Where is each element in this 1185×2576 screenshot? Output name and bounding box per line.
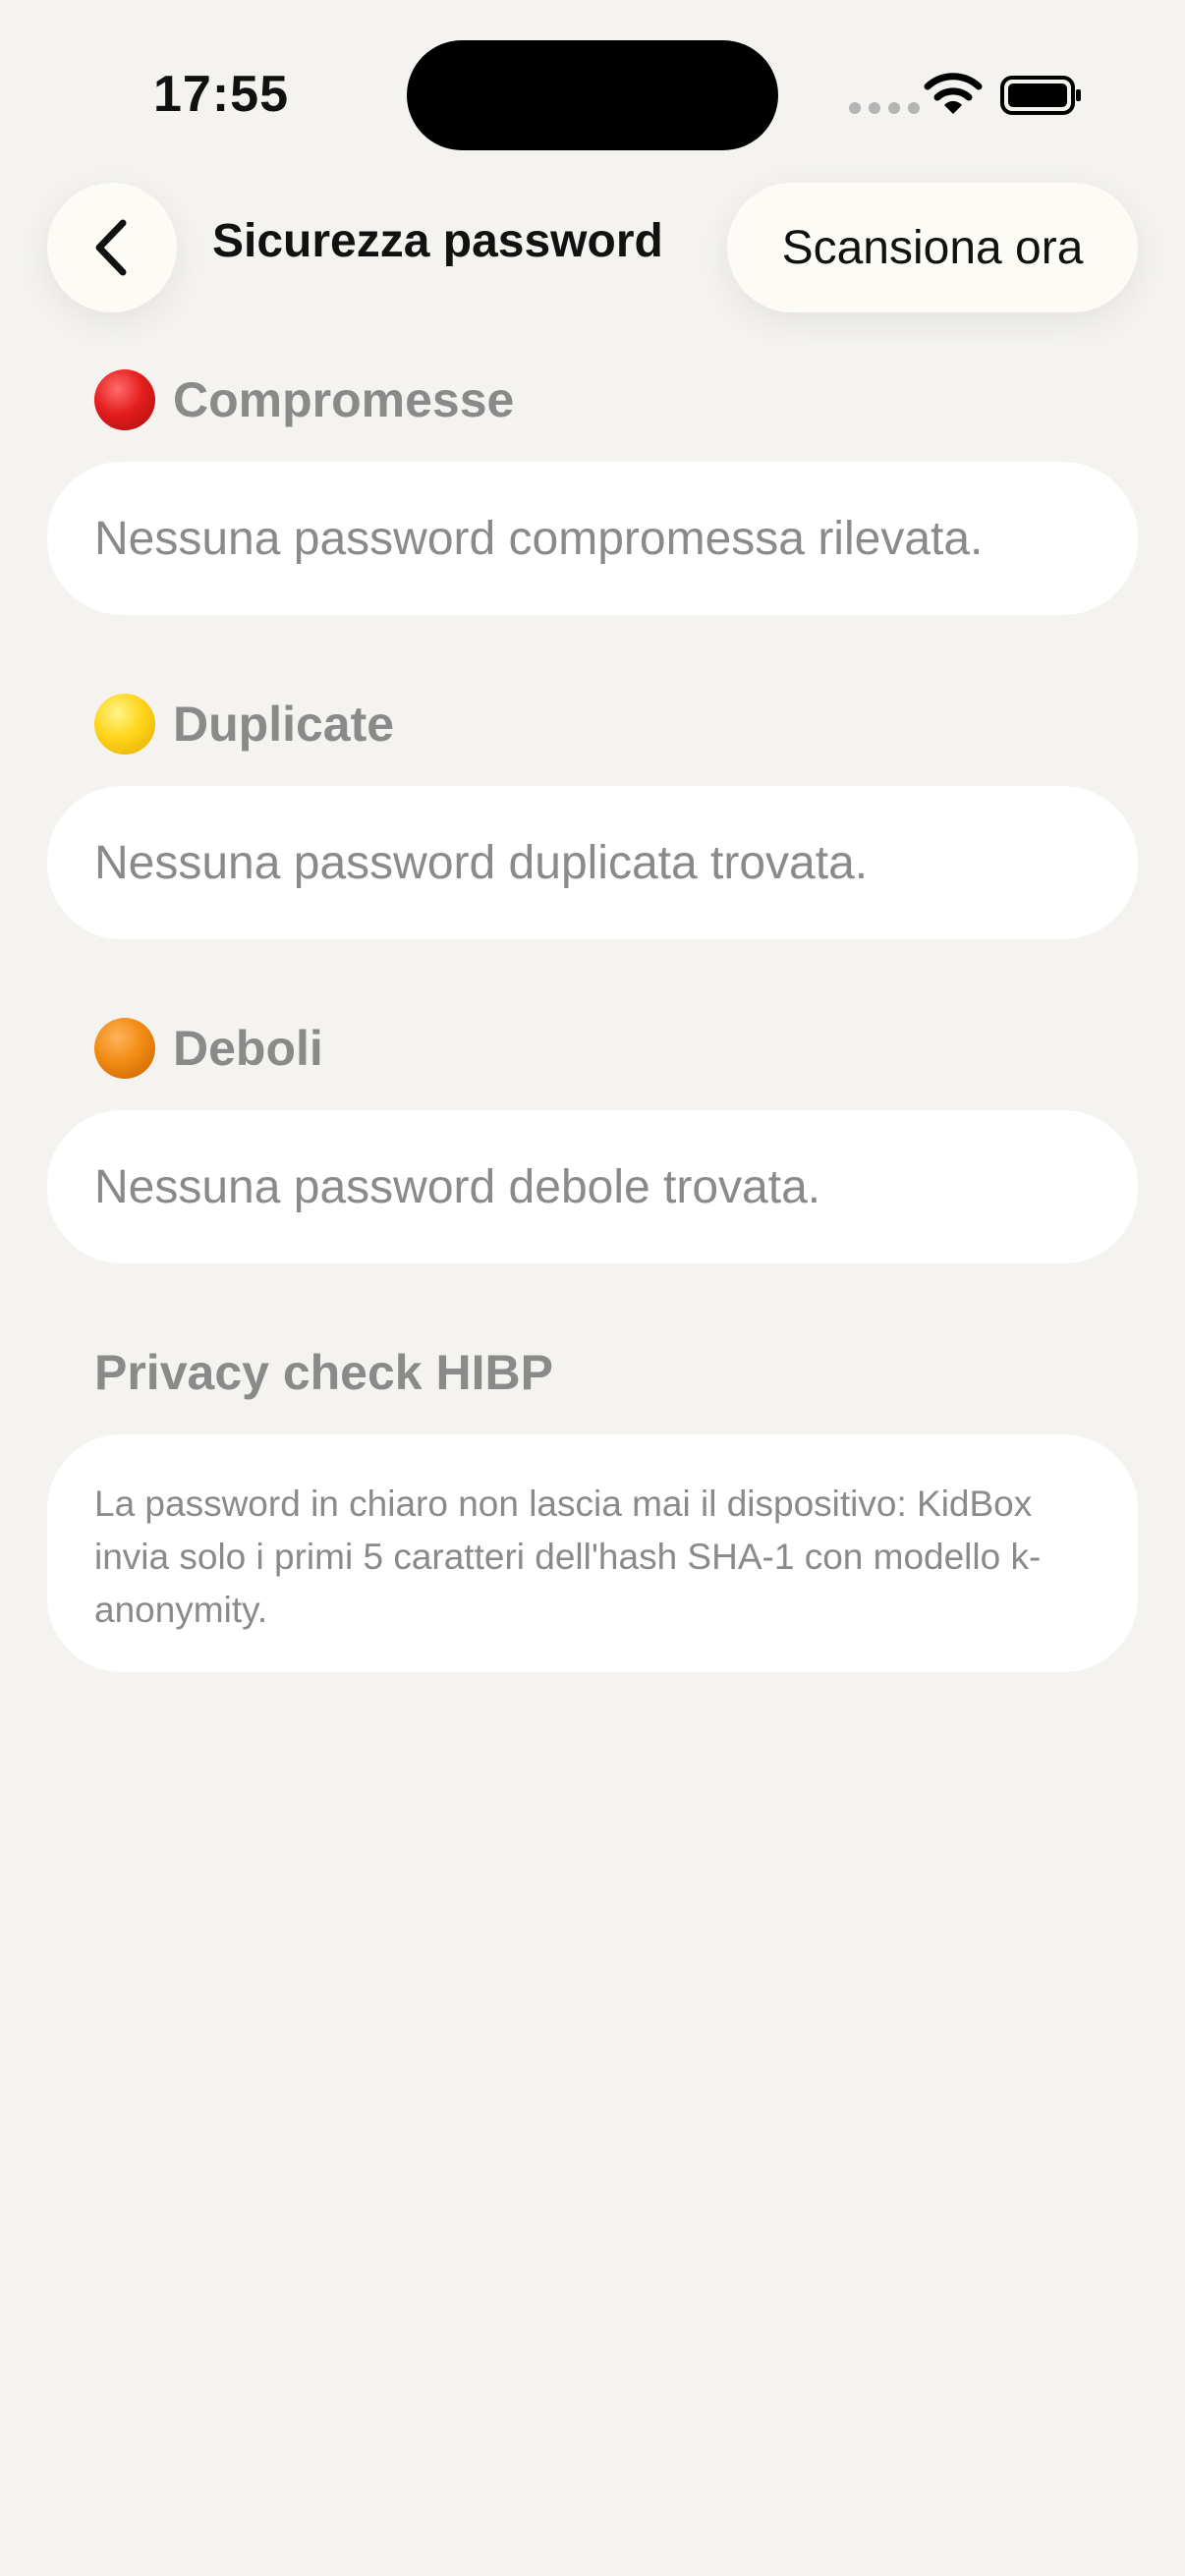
section-header-weak: Deboli	[94, 1018, 323, 1079]
wifi-icon	[924, 73, 983, 114]
duplicate-card: Nessuna password duplicata trovata.	[47, 786, 1138, 939]
section-title-privacy: Privacy check HIBP	[94, 1345, 553, 1400]
weak-card: Nessuna password debole trovata.	[47, 1110, 1138, 1263]
section-title-weak: Deboli	[173, 1021, 323, 1076]
weak-message: Nessuna password debole trovata.	[94, 1160, 821, 1213]
duplicate-message: Nessuna password duplicata trovata.	[94, 836, 869, 889]
compromised-message: Nessuna password compromessa rilevata.	[94, 512, 984, 565]
status-time: 17:55	[153, 66, 289, 123]
privacy-card: La password in chiaro non lascia mai il …	[47, 1434, 1138, 1672]
back-button[interactable]	[47, 183, 177, 312]
scan-now-button[interactable]: Scansiona ora	[727, 183, 1138, 312]
cellular-signal-icon	[849, 102, 920, 114]
section-header-compromised: Compromesse	[94, 369, 514, 430]
dynamic-island	[407, 40, 778, 150]
compromised-card: Nessuna password compromessa rilevata.	[47, 462, 1138, 615]
red-circle-icon	[94, 369, 155, 430]
privacy-message: La password in chiaro non lascia mai il …	[94, 1484, 1042, 1630]
section-title-compromised: Compromesse	[173, 372, 515, 427]
chevron-left-icon	[95, 219, 127, 276]
page-title: Sicurezza password	[212, 215, 663, 267]
section-header-duplicate: Duplicate	[94, 694, 394, 755]
orange-circle-icon	[94, 1018, 155, 1079]
section-title-duplicate: Duplicate	[173, 697, 395, 752]
section-header-privacy: Privacy check HIBP	[94, 1344, 553, 1401]
battery-icon	[1000, 76, 1081, 115]
yellow-circle-icon	[94, 694, 155, 755]
